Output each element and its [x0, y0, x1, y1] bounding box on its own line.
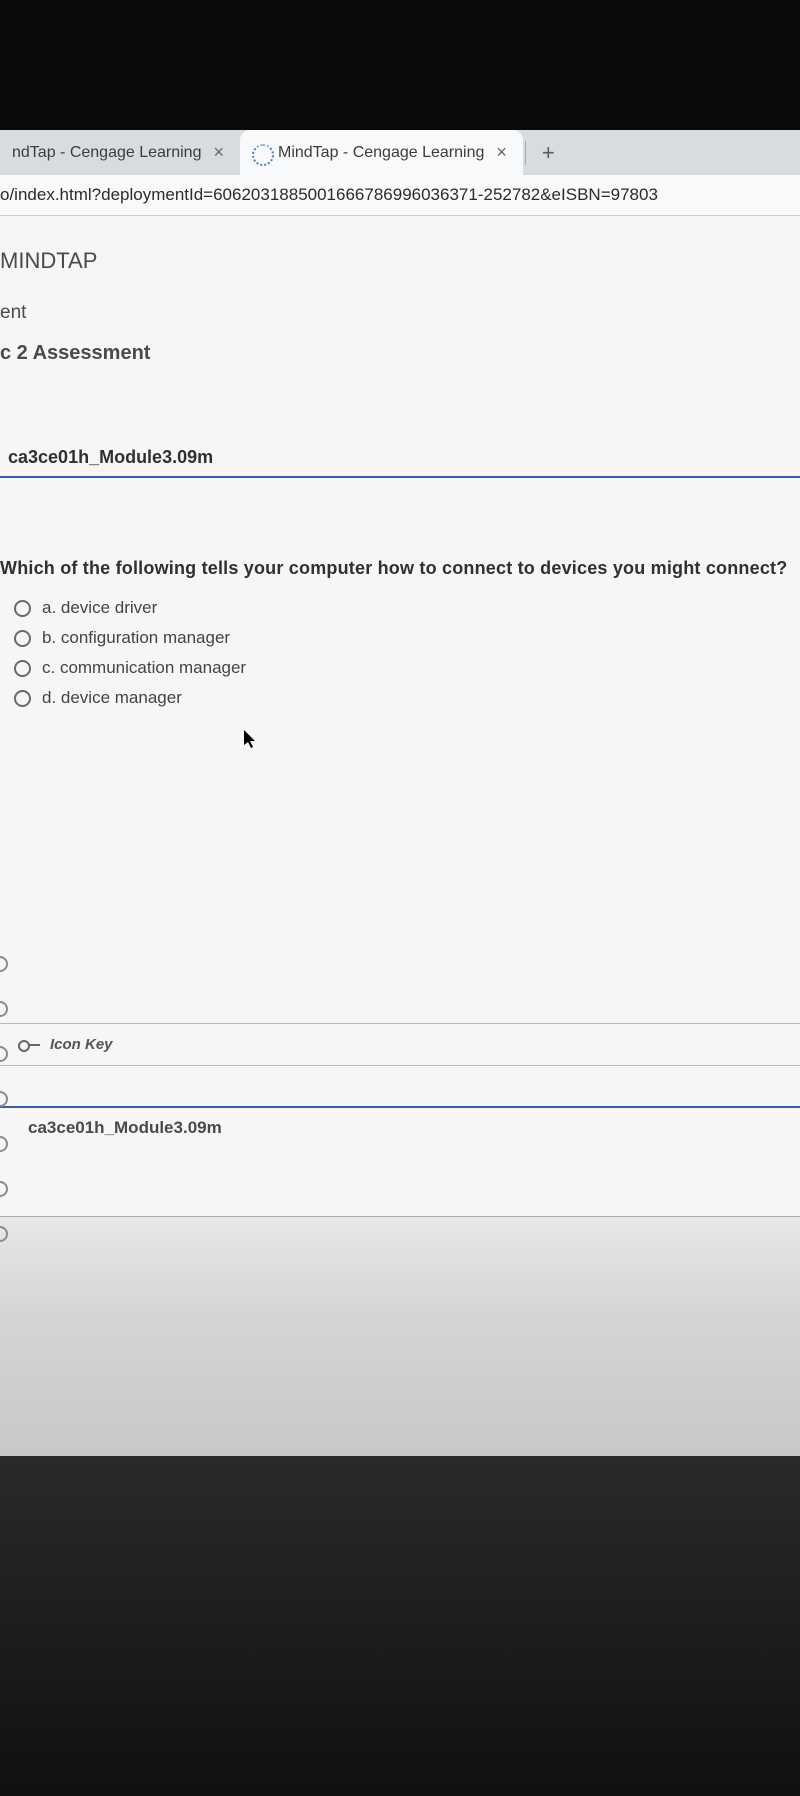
option-label: c. communication manager — [42, 658, 246, 678]
desk-surface — [0, 1216, 800, 1456]
key-icon — [18, 1039, 40, 1051]
radio-icon[interactable] — [14, 600, 31, 617]
nav-radio[interactable] — [0, 1226, 8, 1242]
close-icon[interactable]: × — [492, 142, 511, 163]
question-id-footer: ca3ce01h_Module3.09m — [0, 1106, 800, 1146]
nav-radio[interactable] — [0, 1001, 8, 1017]
nav-radio[interactable] — [0, 1091, 8, 1107]
option-d[interactable]: d. device manager — [14, 683, 800, 713]
tab-strip: ndTap - Cengage Learning × MindTap - Cen… — [0, 130, 800, 175]
option-c[interactable]: c. communication manager — [14, 653, 800, 683]
tab-inactive[interactable]: ndTap - Cengage Learning × — [0, 130, 240, 175]
breadcrumb: ent — [0, 302, 800, 342]
question-text: Which of the following tells your comput… — [0, 558, 800, 593]
nav-radio[interactable] — [0, 1046, 8, 1062]
option-label: d. device manager — [42, 688, 182, 708]
tab-title: ndTap - Cengage Learning — [12, 144, 201, 162]
tab-active[interactable]: MindTap - Cengage Learning × — [240, 130, 523, 175]
icon-key-row[interactable]: Icon Key — [0, 1023, 800, 1066]
radio-icon[interactable] — [14, 690, 31, 707]
tab-divider — [525, 141, 526, 165]
option-b[interactable]: b. configuration manager — [14, 623, 800, 653]
nav-radio[interactable] — [0, 1181, 8, 1197]
app-title: MINDTAP — [0, 216, 800, 302]
close-icon[interactable]: × — [209, 142, 228, 163]
question-nav-radios — [0, 956, 8, 1242]
nav-radio[interactable] — [0, 1136, 8, 1152]
icon-key-label: Icon Key — [50, 1036, 113, 1053]
options-group: a. device driver b. configuration manage… — [0, 593, 800, 713]
radio-icon[interactable] — [14, 660, 31, 677]
option-label: b. configuration manager — [42, 628, 230, 648]
address-bar[interactable]: o/index.html?deploymentId=60620318850016… — [0, 175, 800, 216]
photo-border-top — [0, 0, 800, 130]
loading-spinner-icon — [252, 144, 270, 162]
radio-icon[interactable] — [14, 630, 31, 647]
option-label: a. device driver — [42, 598, 157, 618]
assessment-heading: c 2 Assessment — [0, 342, 800, 435]
new-tab-button[interactable]: + — [528, 140, 569, 166]
photo-border-bottom — [0, 1456, 800, 1796]
question-id-header: ca3ce01h_Module3.09m — [0, 435, 800, 478]
option-a[interactable]: a. device driver — [14, 593, 800, 623]
url-text: o/index.html?deploymentId=60620318850016… — [0, 185, 658, 204]
tab-title: MindTap - Cengage Learning — [278, 144, 484, 162]
nav-radio[interactable] — [0, 956, 8, 972]
